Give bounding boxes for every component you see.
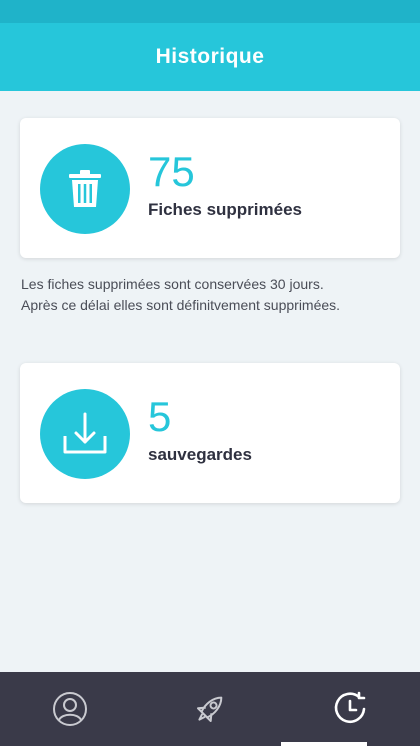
download-icon [63,412,107,454]
nav-profile[interactable] [0,672,140,746]
nav-history[interactable] [280,672,420,746]
backups-label: sauvegardes [148,445,252,464]
backups-icon-circle [40,389,130,479]
active-tab-indicator [281,742,367,746]
history-icon [334,691,366,724]
rocket-icon [196,696,223,723]
backups-card[interactable]: 5 sauvegardes [20,363,400,503]
app-header: Historique [0,23,420,91]
user-icon [53,692,87,726]
bottom-nav [0,672,420,746]
retention-info-line-1: Les fiches supprimées sont conservées 30… [21,276,324,292]
retention-info: Les fiches supprimées sont conservées 30… [21,274,401,316]
deleted-label: Fiches supprimées [148,200,303,219]
nav-rocket[interactable] [140,672,280,746]
page-title: Historique [155,45,265,68]
deleted-records-card[interactable]: 75 Fiches supprimées [20,118,400,258]
deleted-count: 75 [148,148,195,195]
retention-info-line-2: Après ce délai elles sont définitvement … [21,297,341,313]
deleted-icon-circle [40,144,130,234]
status-bar [0,0,420,23]
backups-count: 5 [148,393,172,440]
trash-icon [69,170,101,207]
